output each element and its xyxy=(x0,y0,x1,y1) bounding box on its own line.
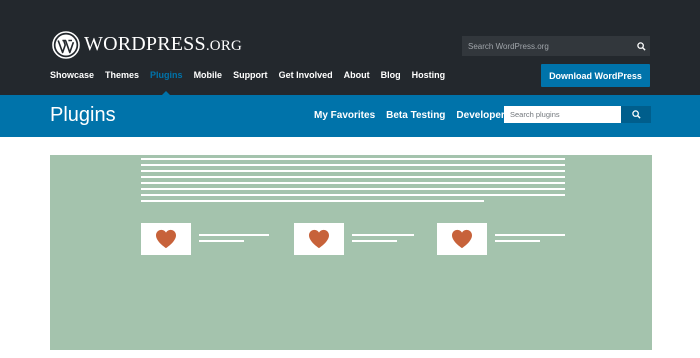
placeholder-text-line xyxy=(141,170,565,172)
site-header: WordPress.org Search WordPress.org Showc… xyxy=(0,0,700,96)
placeholder-text-line xyxy=(141,182,565,184)
plugins-subnav: My Favorites Beta Testing Developers xyxy=(314,109,521,123)
placeholder-text-line xyxy=(352,234,414,236)
plugin-search-input[interactable]: Search plugins xyxy=(504,106,621,123)
nav-showcase[interactable]: Showcase xyxy=(50,68,94,82)
site-search[interactable]: Search WordPress.org xyxy=(462,36,650,56)
placeholder-text-line xyxy=(141,158,565,160)
placeholder-text-line xyxy=(199,234,269,236)
site-search-input[interactable]: Search WordPress.org xyxy=(462,42,632,51)
heart-icon xyxy=(156,229,176,249)
nav-mobile[interactable]: Mobile xyxy=(194,68,223,82)
plugins-subheader: Plugins My Favorites Beta Testing Develo… xyxy=(0,95,700,137)
subnav-my-favorites[interactable]: My Favorites xyxy=(314,109,375,123)
subnav-developers[interactable]: Developers xyxy=(456,109,510,123)
page-title[interactable]: Plugins xyxy=(50,103,116,127)
nav-themes[interactable]: Themes xyxy=(105,68,139,82)
placeholder-text-line xyxy=(495,240,540,242)
placeholder-text-line xyxy=(352,240,397,242)
nav-blog[interactable]: Blog xyxy=(381,68,401,82)
nav-hosting[interactable]: Hosting xyxy=(412,68,446,82)
nav-support[interactable]: Support xyxy=(233,68,268,82)
placeholder-text-line xyxy=(141,200,484,202)
download-wordpress-button[interactable]: Download WordPress xyxy=(541,64,650,87)
placeholder-text-line xyxy=(141,164,565,166)
plugin-search-button[interactable] xyxy=(621,106,651,123)
nav-plugins[interactable]: Plugins xyxy=(150,68,183,96)
heart-icon xyxy=(309,229,329,249)
nav-get-involved[interactable]: Get Involved xyxy=(279,68,333,82)
nav-about[interactable]: About xyxy=(344,68,370,82)
placeholder-text-line xyxy=(495,234,565,236)
plugin-search: Search plugins xyxy=(504,106,651,123)
subnav-beta-testing[interactable]: Beta Testing xyxy=(386,109,445,123)
logo-domain: .org xyxy=(205,38,243,54)
plugin-card-image xyxy=(141,223,191,255)
wordpress-logo-icon xyxy=(52,31,80,59)
logo-wordmark: WordPress xyxy=(84,33,206,55)
plugin-card-image xyxy=(437,223,487,255)
heart-icon xyxy=(452,229,472,249)
placeholder-text-line xyxy=(199,240,244,242)
search-icon xyxy=(631,110,641,119)
placeholder-text-line xyxy=(141,194,565,196)
main-navigation: Showcase Themes Plugins Mobile Support G… xyxy=(50,68,456,96)
hero-illustration xyxy=(50,155,652,350)
placeholder-text-line xyxy=(141,188,565,190)
wordpress-logo[interactable]: WordPress.org xyxy=(52,30,242,60)
plugin-card-image xyxy=(294,223,344,255)
search-icon[interactable] xyxy=(632,36,650,56)
placeholder-text-line xyxy=(141,176,565,178)
